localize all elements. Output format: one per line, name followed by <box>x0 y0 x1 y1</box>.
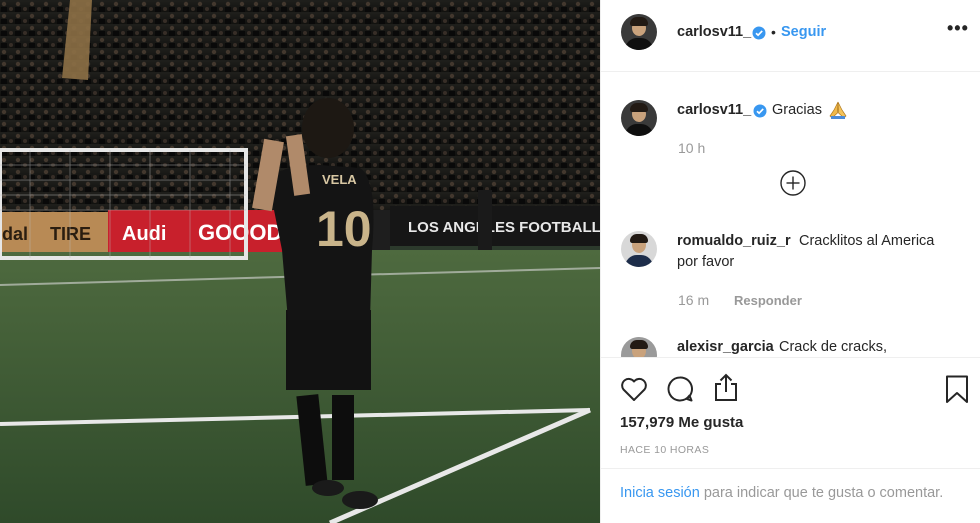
save-bookmark-icon[interactable] <box>942 374 972 404</box>
ad-board-text-2: TIRE <box>50 224 91 244</box>
follow-button[interactable]: Seguir <box>781 24 826 40</box>
like-count[interactable]: 157,979 Me gusta <box>620 414 743 431</box>
comment-text: Gracias <box>772 102 822 118</box>
login-prompt-message: para indicar que te gusta o comentar. <box>699 485 944 501</box>
comment-timestamp[interactable]: 10 h <box>678 140 705 156</box>
more-options-icon[interactable]: ••• <box>947 18 969 39</box>
ad-board-text-5: LOS ANGELES FOOTBALL CLU <box>408 219 600 236</box>
separator-dot: • <box>771 24 776 40</box>
jersey-number: 10 <box>316 201 372 257</box>
author-avatar[interactable] <box>621 14 657 50</box>
login-prompt: Inicia sesión para indicar que te gusta … <box>601 468 980 523</box>
post-header: carlosv11_ • Seguir ••• <box>601 0 980 72</box>
load-more-comments-icon[interactable] <box>779 169 807 197</box>
author-username[interactable]: carlosv11_ <box>677 24 751 40</box>
comment-username[interactable]: carlosv11_ <box>677 102 751 118</box>
verified-badge-icon <box>752 26 766 40</box>
comments-list[interactable]: carlosv11_ Gracias 10 h romualdo_ruiz_r … <box>601 73 980 357</box>
photo-scene: dal TIRE Audi GOOOD LOS ANGELES FOOTBALL… <box>0 0 600 523</box>
post-photo[interactable]: dal TIRE Audi GOOOD LOS ANGELES FOOTBALL… <box>0 0 600 523</box>
login-link[interactable]: Inicia sesión <box>620 485 700 501</box>
comment-avatar[interactable] <box>621 231 657 267</box>
comment-username[interactable]: alexisr_garcia <box>677 339 774 355</box>
comment-avatar[interactable] <box>621 100 657 136</box>
comment-text-continued: por favor <box>677 254 735 270</box>
comment-bubble-icon[interactable] <box>665 374 695 404</box>
post-timestamp[interactable]: HACE 10 HORAS <box>620 444 709 456</box>
ad-board-text-1: dal <box>2 224 28 244</box>
comment-avatar[interactable] <box>621 337 657 357</box>
like-heart-icon[interactable] <box>619 374 649 404</box>
share-icon[interactable] <box>711 372 741 402</box>
post-actions: 157,979 Me gusta HACE 10 HORAS Inicia se… <box>601 357 980 523</box>
reply-button[interactable]: Responder <box>734 293 802 308</box>
post-sidebar: carlosv11_ • Seguir ••• carlosv11_ Graci… <box>600 0 980 523</box>
comment-text: Cracklitos al America <box>799 233 935 249</box>
comment-timestamp[interactable]: 16 m <box>678 292 709 308</box>
login-prompt-text: Inicia sesión para indicar que te gusta … <box>620 483 960 504</box>
ad-board-text-3: Audi <box>122 223 166 245</box>
jersey-name: VELA <box>322 172 357 187</box>
ad-board-text-4: GOOOD <box>198 220 282 245</box>
folded-hands-icon <box>829 101 847 119</box>
verified-badge-icon <box>753 104 767 118</box>
comment-text: Crack de cracks, <box>779 339 887 355</box>
comment-username[interactable]: romualdo_ruiz_r <box>677 233 791 249</box>
